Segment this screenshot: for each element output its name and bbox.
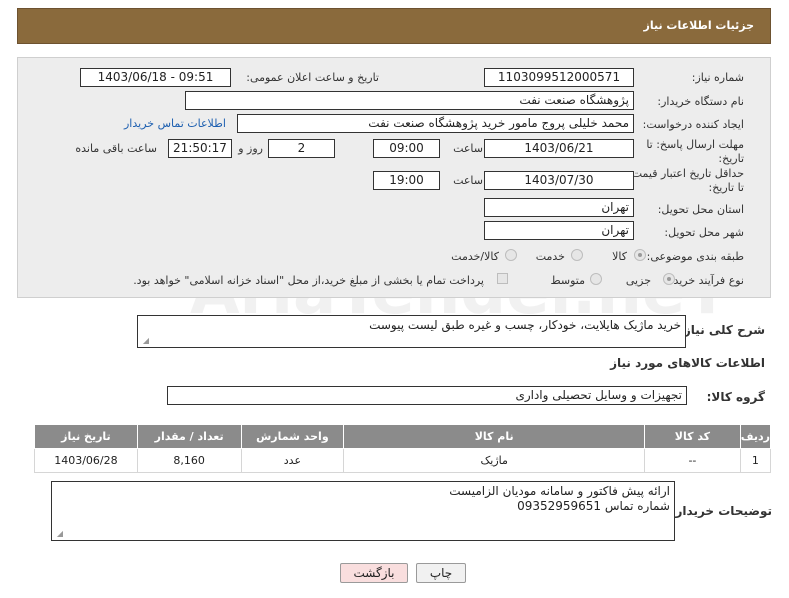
goods-table-header: تاریخ نیاز تعداد / مقدار واحد شمارش نام … <box>34 424 772 449</box>
city-field: تهران <box>484 221 634 240</box>
city-label: شهر محل تحویل: <box>664 226 744 239</box>
page-header: جزئیات اطلاعات نیاز <box>17 8 771 44</box>
announce-field: 1403/06/18 - 09:51 <box>80 68 231 87</box>
treasury-note: پرداخت تمام یا بخشی از مبلغ خرید،از محل … <box>133 274 484 287</box>
remaining-label: ساعت باقی مانده <box>75 142 157 155</box>
buyer-notes-label: توضیحات خریدار: <box>670 504 772 518</box>
deadline-time-label: ساعت <box>453 142 483 155</box>
category-goods-radio[interactable] <box>634 249 646 261</box>
buyer-notes-field: ارائه پیش فاکتور و سامانه مودیان الزامیس… <box>51 481 675 541</box>
category-service-radio[interactable] <box>571 249 583 261</box>
remaining-time-field: 21:50:17 <box>168 139 232 158</box>
validity-label: حداقل تاریخ اعتبار قیمت: تا تاریخ: <box>628 167 744 194</box>
category-both-radio[interactable] <box>505 249 517 261</box>
col-item-code: کد کالا <box>644 424 741 449</box>
print-button[interactable]: چاپ <box>416 563 466 583</box>
process-label: نوع فرآیند خرید : <box>666 274 744 287</box>
buyer-org-field: پژوهشگاه صنعت نفت <box>185 91 634 110</box>
cell-item-name: ماژیک <box>343 448 646 473</box>
category-both-label: کالا/خدمت <box>451 250 499 263</box>
validity-time-label: ساعت <box>453 174 483 187</box>
goods-group-label: گروه کالا: <box>706 390 765 404</box>
announce-label: تاریخ و ساعت اعلان عمومی: <box>246 71 379 84</box>
cell-quantity: 8,160 <box>136 448 242 473</box>
province-field: تهران <box>484 198 634 217</box>
days-field: 2 <box>268 139 335 158</box>
goods-info-title: اطلاعات کالاهای مورد نیاز <box>610 356 765 370</box>
cell-unit: عدد <box>240 448 345 473</box>
days-label: روز و <box>238 142 263 155</box>
table-row: 1403/06/28 8,160 عدد ماژیک -- 1 <box>34 448 772 473</box>
buyer-notes-line2: شماره تماس 09352959651 <box>517 499 670 513</box>
treasury-checkbox[interactable] <box>497 273 508 284</box>
goods-group-field: تجهیزات و وسایل تحصیلی واداری <box>167 386 687 405</box>
need-number-field: 1103099512000571 <box>484 68 634 87</box>
category-service-label: خدمت <box>535 250 565 263</box>
buyer-org-label: نام دستگاه خریدار: <box>657 95 744 108</box>
category-label: طبقه بندی موضوعی: <box>646 250 744 263</box>
need-number-label: شماره نیاز: <box>691 71 744 84</box>
category-goods-label: کالا <box>612 250 627 263</box>
description-label: شرح کلی نیاز: <box>679 323 765 337</box>
resize-grip-icon[interactable]: ◢ <box>141 337 149 345</box>
process-partial-label: جزیی <box>625 274 651 287</box>
back-button[interactable]: بازگشت <box>340 563 408 583</box>
page-title: جزئیات اطلاعات نیاز <box>643 19 755 32</box>
buyer-notes-line1: ارائه پیش فاکتور و سامانه مودیان الزامیس… <box>449 484 670 498</box>
process-medium-radio[interactable] <box>590 273 602 285</box>
cell-item-code: -- <box>644 448 741 473</box>
col-quantity: تعداد / مقدار <box>136 424 242 449</box>
cell-row: 1 <box>739 448 772 473</box>
deadline-date-field: 1403/06/21 <box>484 139 634 158</box>
creator-field: محمد خلیلی پروج مامور خرید پژوهشگاه صنعت… <box>237 114 634 133</box>
validity-time-field: 19:00 <box>373 171 440 190</box>
process-partial-radio[interactable] <box>663 273 675 285</box>
deadline-label: مهلت ارسال پاسخ: تا تاریخ: <box>646 138 744 165</box>
goods-table: تاریخ نیاز تعداد / مقدار واحد شمارش نام … <box>34 424 772 473</box>
col-need-date: تاریخ نیاز <box>34 424 138 449</box>
resize-grip-icon[interactable]: ◢ <box>55 530 63 538</box>
col-unit: واحد شمارش <box>240 424 345 449</box>
process-medium-label: متوسط <box>550 274 585 287</box>
description-field: خرید ماژیک هایلایت، خودکار، چسب و غیره ط… <box>137 315 686 348</box>
col-row: ردیف <box>739 424 772 449</box>
validity-date-field: 1403/07/30 <box>484 171 634 190</box>
description-text: خرید ماژیک هایلایت، خودکار، چسب و غیره ط… <box>369 318 681 332</box>
province-label: استان محل تحویل: <box>657 203 744 216</box>
cell-need-date: 1403/06/28 <box>34 448 138 473</box>
buyer-contact-link[interactable]: اطلاعات تماس خریدار <box>124 117 226 130</box>
deadline-time-field: 09:00 <box>373 139 440 158</box>
col-item-name: نام کالا <box>343 424 646 449</box>
creator-label: ایجاد کننده درخواست: <box>642 118 744 131</box>
